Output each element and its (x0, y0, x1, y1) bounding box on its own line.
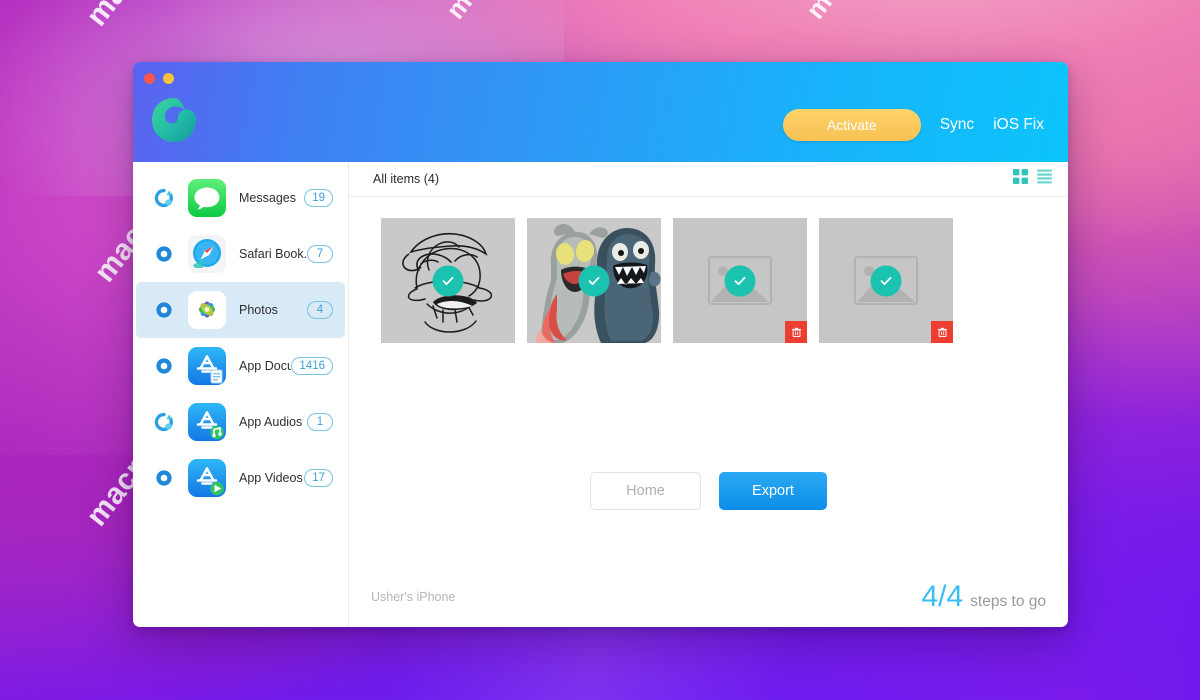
steps-text: steps to go (970, 593, 1046, 610)
ring-icon (154, 244, 174, 264)
sidebar-item-app-docu[interactable]: App Docu...1416 (136, 338, 345, 394)
view-toggle-group (1013, 169, 1052, 189)
ring-icon (154, 300, 174, 320)
messages-icon (188, 179, 226, 217)
sync-icon (154, 412, 174, 432)
home-button[interactable]: Home (590, 472, 701, 510)
minimize-button-icon[interactable] (163, 73, 174, 84)
ring-icon (154, 468, 174, 488)
thumbnail-item[interactable] (819, 218, 953, 343)
app-window: Activate Sync iOS Fix Messages 19 Safari … (133, 62, 1068, 627)
sync-link[interactable]: Sync (940, 116, 974, 134)
traffic-lights (144, 73, 174, 84)
ring-icon (156, 246, 172, 262)
status-footer: Usher's iPhone 4/4 steps to go (349, 567, 1068, 627)
selected-check-badge[interactable] (870, 265, 902, 296)
trash-icon (937, 327, 947, 337)
thumbnail-grid (349, 197, 1068, 343)
safari-icon (188, 235, 226, 273)
trash-icon (791, 327, 801, 337)
device-name-label: Usher's iPhone (371, 590, 456, 604)
safari-icon (188, 235, 226, 273)
sidebar-item-messages[interactable]: Messages 19 (136, 170, 345, 226)
sidebar-item-label: App Audios (239, 415, 303, 429)
app-store-doc-icon (188, 347, 226, 385)
sidebar-item-safari-book[interactable]: Safari Book... 7 (136, 226, 345, 282)
all-items-label: All items (4) (373, 172, 439, 186)
sidebar-item-count: 7 (307, 245, 333, 263)
list-view-icon[interactable] (1037, 169, 1052, 189)
sidebar-item-label: Photos (239, 303, 278, 317)
app-store-audio-icon (188, 403, 226, 441)
ring-icon (154, 356, 174, 376)
selected-check-badge[interactable] (578, 265, 610, 296)
sidebar-item-label: App Docu... (239, 359, 292, 373)
selected-check-badge[interactable] (432, 265, 464, 296)
ios-fix-link[interactable]: iOS Fix (993, 116, 1044, 134)
sidebar-item-label: Messages (239, 191, 296, 205)
photos-icon (188, 291, 226, 329)
delete-badge[interactable] (785, 321, 807, 343)
app-store-audio-icon (188, 403, 226, 441)
app-store-video-icon (188, 459, 226, 497)
content-header: All items (4) (349, 162, 1068, 197)
app-store-video-icon (188, 459, 226, 497)
steps-indicator: 4/4 steps to go (921, 580, 1046, 614)
sidebar-item-label: App Videos (239, 471, 303, 485)
sidebar-item-app-videos[interactable]: App Videos 17 (136, 450, 345, 506)
sidebar: Messages 19 Safari Book... 7 Photos 4 Ap… (133, 162, 348, 627)
thumbnail-item[interactable] (673, 218, 807, 343)
sync-icon (154, 188, 174, 208)
sync-icon (154, 412, 173, 432)
sidebar-item-count: 19 (304, 189, 333, 207)
thumbnail-item[interactable] (527, 218, 661, 343)
app-logo-icon (149, 95, 199, 145)
app-store-doc-icon (188, 347, 226, 385)
checkmark-icon (442, 276, 454, 285)
activate-button[interactable]: Activate (782, 109, 921, 141)
ring-icon (156, 470, 172, 486)
checkmark-icon (588, 276, 600, 285)
close-button-icon[interactable] (144, 73, 155, 84)
checkmark-icon (734, 276, 746, 285)
grid-view-icon[interactable] (1013, 169, 1028, 189)
window-titlebar: Activate Sync iOS Fix (133, 62, 1068, 162)
window-body: Messages 19 Safari Book... 7 Photos 4 Ap… (133, 162, 1068, 627)
content-pane: All items (4) Home Export Usher's iPhone… (348, 162, 1068, 627)
sidebar-item-photos[interactable]: Photos 4 (136, 282, 345, 338)
messages-icon (188, 179, 226, 217)
thumbnail-item[interactable] (381, 218, 515, 343)
sync-icon (154, 188, 173, 208)
selected-check-badge[interactable] (724, 265, 756, 296)
sidebar-item-count: 1 (307, 413, 333, 431)
steps-number: 4/4 (921, 580, 964, 613)
sidebar-item-label: Safari Book... (239, 247, 307, 261)
export-button[interactable]: Export (719, 472, 827, 510)
ring-icon (156, 302, 172, 318)
header-actions: Activate Sync iOS Fix (782, 109, 1044, 141)
delete-badge[interactable] (931, 321, 953, 343)
action-buttons: Home Export (349, 472, 1068, 510)
sidebar-item-count: 17 (304, 469, 333, 487)
sidebar-item-count: 1416 (291, 357, 333, 375)
ring-icon (156, 358, 172, 374)
photos-icon (188, 291, 226, 329)
sidebar-item-count: 4 (307, 301, 333, 319)
sidebar-item-app-audios[interactable]: App Audios 1 (136, 394, 345, 450)
checkmark-icon (880, 276, 892, 285)
